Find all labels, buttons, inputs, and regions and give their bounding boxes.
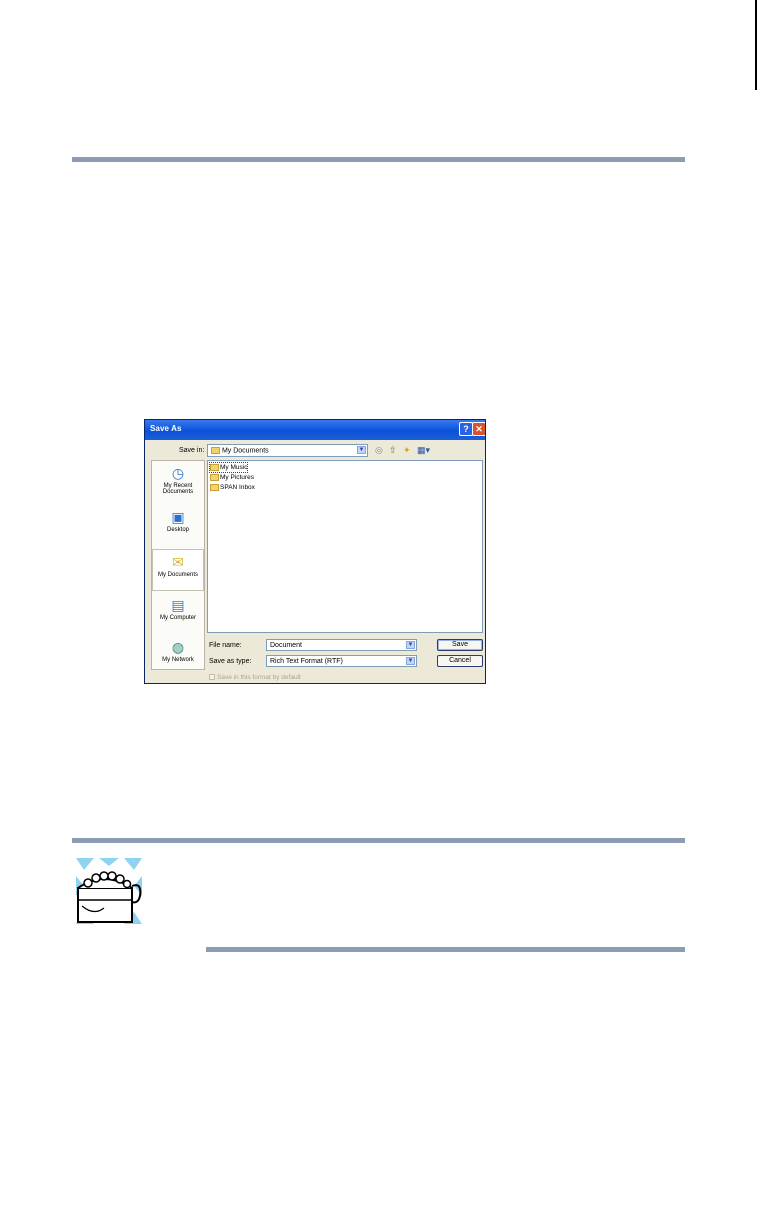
up-folder-icon[interactable]: ⇧ (389, 445, 397, 456)
file-name-value: Document (270, 642, 302, 649)
file-name: My Music (220, 464, 248, 471)
my-computer-icon: ▤ (171, 597, 185, 613)
help-button[interactable]: ? (459, 422, 473, 436)
my-network-icon: ◍ (171, 639, 185, 655)
save-as-type-value: Rich Text Format (RTF) (270, 658, 343, 665)
place-my-documents[interactable]: ✉ My Documents (152, 549, 204, 591)
file-name-label: File name: (209, 642, 242, 649)
default-format-checkbox[interactable]: Save in this format by default (209, 674, 301, 681)
list-item[interactable]: My Music (208, 462, 249, 473)
chevron-down-icon[interactable]: ▼ (406, 641, 415, 649)
save-in-select[interactable]: My Documents ▼ (207, 444, 368, 457)
place-my-network[interactable]: ◍ My Network (152, 639, 204, 663)
desktop-icon: ▣ (171, 509, 185, 525)
save-as-dialog: Save As ? ✕ Save in: My Documents ▼ ◎ ⇧ … (144, 419, 486, 684)
checkbox-box[interactable] (209, 674, 215, 681)
file-name-input[interactable]: Document ▼ (266, 639, 417, 651)
file-list: My Music My Pictures SPAN Inbox (207, 460, 483, 633)
section-divider-bottom (206, 947, 685, 952)
section-divider-middle (72, 838, 685, 843)
recent-documents-icon: ◷ (171, 465, 185, 481)
chevron-down-icon[interactable]: ▼ (406, 657, 415, 665)
chevron-down-icon[interactable]: ▼ (357, 446, 366, 454)
save-as-type-label: Save as type: (209, 658, 252, 665)
file-name: My Pictures (220, 474, 254, 481)
place-label: My Documents (157, 572, 198, 578)
new-folder-icon[interactable]: ✦ (403, 445, 411, 456)
checkbox-label: Save in this format by default (217, 674, 301, 681)
list-item[interactable]: My Pictures (210, 473, 254, 482)
my-documents-icon: ✉ (172, 554, 184, 570)
section-divider-top (72, 157, 685, 162)
folder-icon (211, 447, 220, 454)
save-button[interactable]: Save (437, 639, 483, 651)
views-menu-icon[interactable]: ▦▾ (417, 445, 430, 456)
place-label: My Computer (159, 615, 196, 621)
place-desktop[interactable]: ▣ Desktop (152, 509, 204, 533)
list-item[interactable]: SPAN Inbox (210, 483, 255, 492)
close-button[interactable]: ✕ (472, 422, 485, 436)
place-label: My Network (162, 657, 194, 663)
cancel-button[interactable]: Cancel (437, 655, 483, 667)
file-name: SPAN Inbox (220, 484, 255, 491)
save-in-value: My Documents (221, 447, 269, 455)
place-my-recent-documents[interactable]: ◷ My Recent Documents (152, 465, 204, 495)
treasure-chest-icon (74, 856, 144, 926)
place-label: Desktop (166, 527, 189, 533)
save-as-type-select[interactable]: Rich Text Format (RTF) ▼ (266, 655, 417, 667)
folder-icon (210, 483, 219, 491)
margin-rule (755, 0, 757, 90)
folder-icon (210, 473, 219, 481)
place-label: My Recent Documents (162, 483, 194, 495)
back-icon[interactable]: ◎ (375, 445, 383, 456)
save-in-label: Save in: (179, 447, 205, 454)
dialog-title: Save As (150, 424, 182, 433)
dialog-titlebar[interactable]: Save As ? ✕ (145, 420, 485, 440)
folder-icon (210, 463, 219, 471)
place-my-computer[interactable]: ▤ My Computer (152, 597, 204, 621)
places-bar: ◷ My Recent Documents ▣ Desktop ✉ My Doc… (151, 460, 205, 670)
